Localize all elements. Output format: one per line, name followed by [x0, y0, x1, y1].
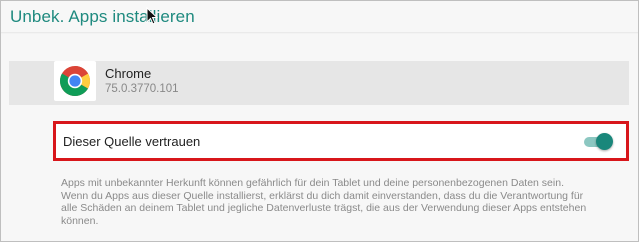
description-line: alle Schäden an deinem Tablet und jeglic… [61, 202, 587, 215]
page-title: Unbek. Apps installieren [10, 7, 195, 26]
warning-description: Apps mit unbekannter Herkunft können gef… [61, 177, 629, 227]
description-line: Wenn du Apps aus dieser Quelle installie… [61, 189, 584, 202]
app-info-row: Chrome 75.0.3770.101 [9, 61, 629, 105]
app-name: Chrome [105, 66, 152, 81]
settings-screen: Unbek. Apps installieren Chrome 75.0.377… [0, 0, 639, 242]
toggle-thumb [596, 133, 613, 150]
trust-source-row[interactable]: Dieser Quelle vertrauen [53, 121, 629, 161]
trust-source-toggle[interactable] [584, 133, 613, 151]
trust-source-label: Dieser Quelle vertrauen [63, 134, 201, 149]
description-line: Apps mit unbekannter Herkunft können gef… [61, 177, 564, 189]
header-divider [1, 32, 638, 34]
app-version: 75.0.3770.101 [105, 83, 179, 95]
mouse-cursor-icon [146, 6, 159, 25]
chrome-icon [54, 61, 96, 101]
description-line: können. [61, 214, 99, 227]
